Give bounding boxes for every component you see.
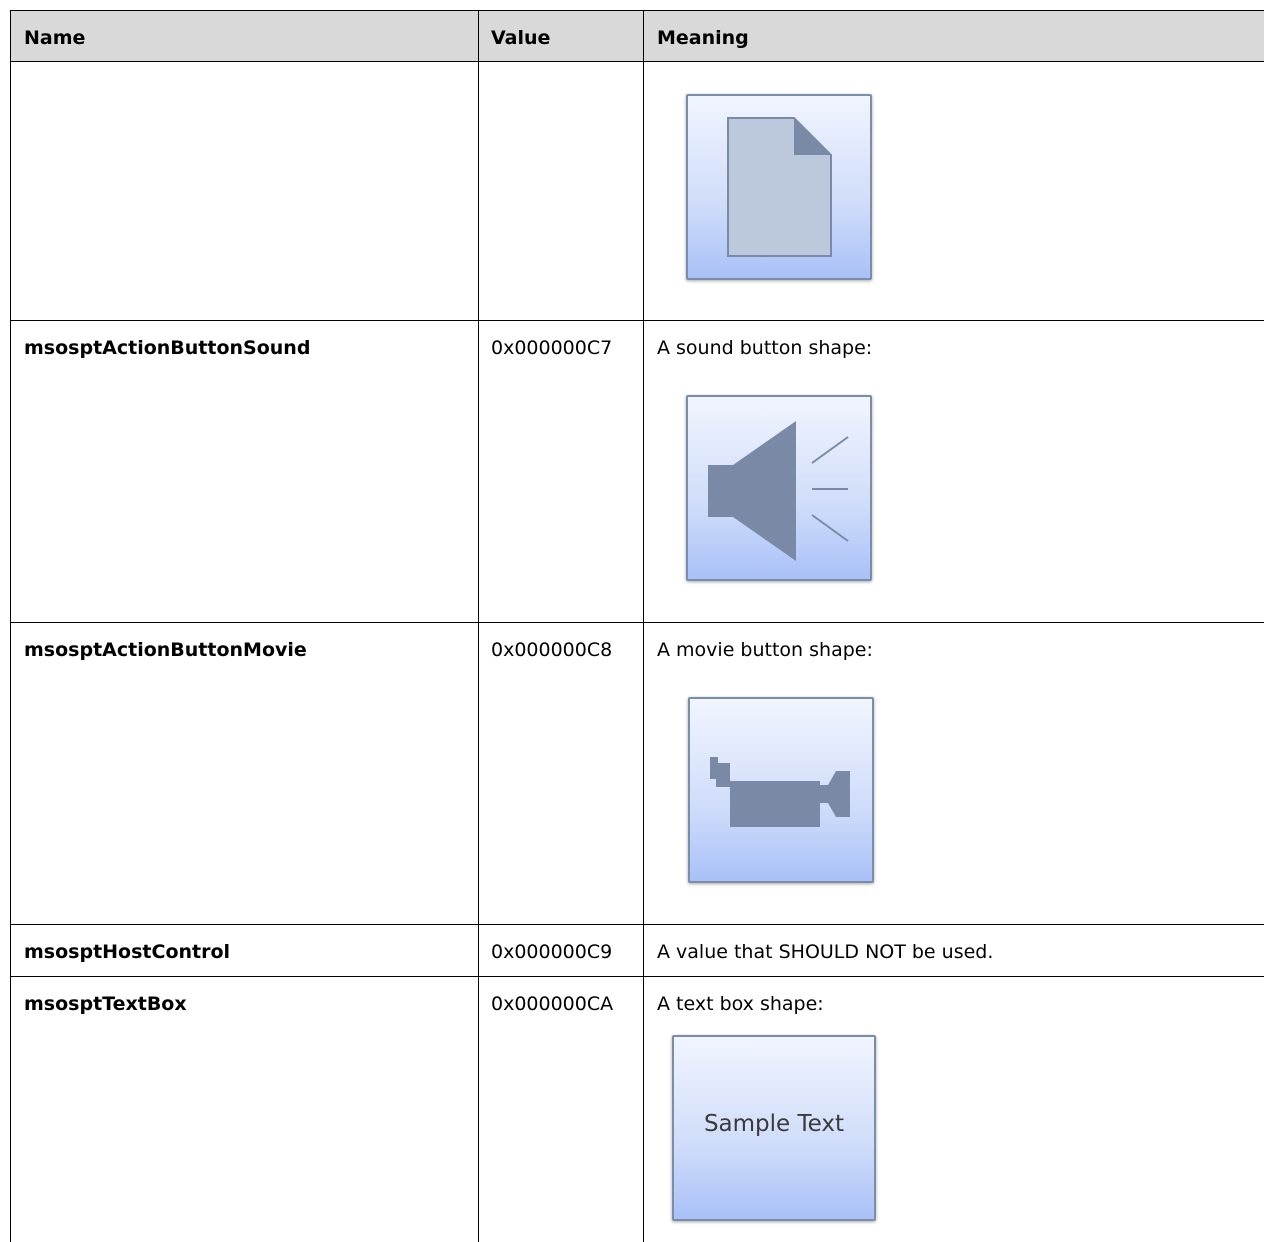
movie-button-shape: [688, 697, 874, 883]
table-row: msosptActionButtonSound 0x000000C7 A sou…: [11, 321, 1264, 623]
row-name: msosptActionButtonMovie: [24, 639, 307, 661]
column-header-name: Name: [11, 11, 479, 61]
movie-camera-icon: [710, 757, 850, 827]
document-button-shape: [686, 94, 872, 280]
table-header-row: Name Value Meaning: [11, 10, 1264, 62]
row-name-cell: msosptActionButtonSound: [11, 321, 479, 622]
row-meaning: A sound button shape:: [657, 337, 873, 359]
enumeration-table: Name Value Meaning msosptActionButtonSou…: [10, 10, 1264, 1242]
row-value-cell: 0x000000CA: [479, 977, 644, 1242]
row-name: msosptHostControl: [24, 941, 231, 963]
row-name-cell: [11, 62, 479, 320]
sound-button-shape: [686, 395, 872, 581]
sound-icon: [708, 421, 849, 561]
row-name-cell: msosptActionButtonMovie: [11, 623, 479, 924]
document-icon: [727, 117, 832, 257]
row-meaning: A movie button shape:: [657, 639, 873, 661]
row-value-cell: 0x000000C8: [479, 623, 644, 924]
row-name: msosptActionButtonSound: [24, 337, 311, 359]
row-name-cell: msosptHostControl: [11, 925, 479, 976]
table-row: msosptHostControl 0x000000C9 A value tha…: [11, 925, 1264, 977]
row-value-cell: [479, 62, 644, 320]
row-meaning-cell: A sound button shape:: [644, 321, 1264, 622]
column-header-value: Value: [479, 11, 644, 61]
column-header-meaning: Meaning: [657, 27, 749, 49]
row-value-cell: 0x000000C7: [479, 321, 644, 622]
table-row: msosptActionButtonMovie 0x000000C8 A mov…: [11, 623, 1264, 925]
row-meaning-cell: [644, 62, 1264, 320]
table-row: msosptTextBox 0x000000CA A text box shap…: [11, 977, 1264, 1242]
row-meaning-cell: A text box shape: Sample Text: [644, 977, 1264, 1242]
text-box-shape: Sample Text: [672, 1035, 876, 1221]
row-meaning: A text box shape:: [657, 993, 824, 1015]
row-meaning-cell: A movie button shape:: [644, 623, 1264, 924]
row-name: msosptTextBox: [24, 993, 187, 1015]
table-row: [11, 62, 1264, 321]
row-name-cell: msosptTextBox: [11, 977, 479, 1242]
row-meaning-cell: A value that SHOULD NOT be used.: [657, 941, 994, 963]
sample-text: Sample Text: [703, 1111, 845, 1137]
row-value-cell: 0x000000C9: [479, 925, 644, 976]
